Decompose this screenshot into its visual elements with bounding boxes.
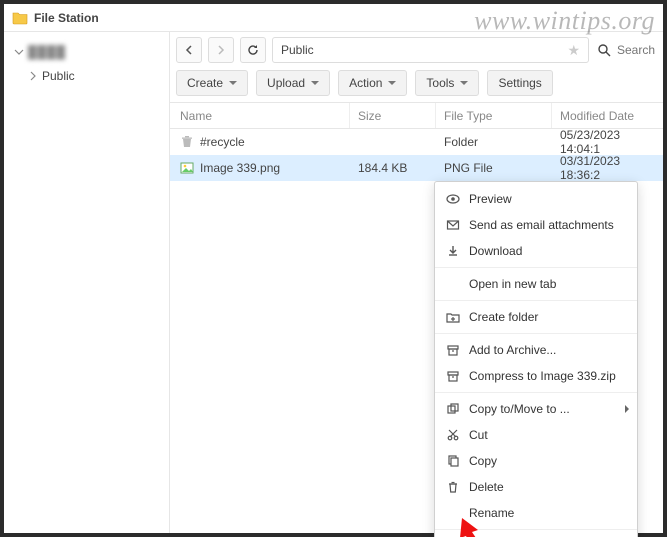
upload-button[interactable]: Upload bbox=[256, 70, 330, 96]
menu-item-label: Compress to Image 339.zip bbox=[469, 369, 627, 383]
window-title: File Station bbox=[34, 11, 99, 25]
back-button[interactable] bbox=[176, 37, 202, 63]
caret-down-icon bbox=[460, 81, 468, 85]
table-row[interactable]: #recycle Folder05/23/2023 14:04:1 bbox=[170, 129, 663, 155]
download-icon bbox=[445, 243, 461, 259]
action-button[interactable]: Action bbox=[338, 70, 407, 96]
caret-right-icon bbox=[28, 71, 38, 81]
menu-item-label: Create folder bbox=[469, 310, 627, 324]
action-toolbar: Create Upload Action Tools Settings bbox=[170, 68, 663, 103]
column-name[interactable]: Name bbox=[170, 103, 350, 128]
caret-down-icon bbox=[311, 81, 319, 85]
image-icon bbox=[180, 161, 194, 175]
file-name: Image 339.png bbox=[200, 161, 280, 175]
mail-icon bbox=[445, 217, 461, 233]
eye-icon bbox=[445, 191, 461, 207]
menu-item-delete[interactable]: Delete bbox=[435, 474, 637, 500]
create-button[interactable]: Create bbox=[176, 70, 248, 96]
menu-item-label: Rename bbox=[469, 506, 627, 520]
caret-down-icon bbox=[14, 47, 24, 57]
menu-item-download[interactable]: Download bbox=[435, 238, 637, 264]
star-icon[interactable]: ★ bbox=[567, 42, 580, 59]
menu-separator bbox=[435, 300, 637, 301]
sidebar-item-label: Public bbox=[42, 69, 75, 83]
archive-icon bbox=[445, 342, 461, 358]
window-body: ████ Public bbox=[4, 32, 663, 533]
sidebar: ████ Public bbox=[4, 32, 170, 533]
copy-icon bbox=[445, 453, 461, 469]
column-date[interactable]: Modified Date bbox=[552, 103, 663, 128]
menu-item-open-in-new-tab[interactable]: Open in new tab bbox=[435, 271, 637, 297]
file-date: 05/23/2023 14:04:1 bbox=[552, 129, 663, 155]
menu-item-label: Send as email attachments bbox=[469, 218, 627, 232]
menu-item-add-to-archive[interactable]: Add to Archive... bbox=[435, 337, 637, 363]
path-text: Public bbox=[281, 43, 314, 57]
menu-item-send-as-email-attachments[interactable]: Send as email attachments bbox=[435, 212, 637, 238]
file-size bbox=[350, 129, 436, 155]
search-wrap bbox=[595, 41, 657, 59]
menu-item-copy[interactable]: Copy bbox=[435, 448, 637, 474]
menu-item-cut[interactable]: Cut bbox=[435, 422, 637, 448]
nav-toolbar: Public ★ bbox=[170, 32, 663, 68]
settings-button[interactable]: Settings bbox=[487, 70, 552, 96]
menu-item-label: Preview bbox=[469, 192, 627, 206]
menu-item-copy-to-move-to[interactable]: Copy to/Move to ... bbox=[435, 396, 637, 422]
sidebar-root-label: ████ bbox=[28, 45, 66, 59]
caret-down-icon bbox=[388, 81, 396, 85]
menu-separator bbox=[435, 333, 637, 334]
copy-move-icon bbox=[445, 401, 461, 417]
delete-icon bbox=[445, 479, 461, 495]
cut-icon bbox=[445, 427, 461, 443]
search-icon[interactable] bbox=[595, 41, 613, 59]
forward-button[interactable] bbox=[208, 37, 234, 63]
menu-item-label: Cut bbox=[469, 428, 627, 442]
table-row[interactable]: Image 339.png 184.4 KBPNG File03/31/2023 … bbox=[170, 155, 663, 181]
file-type: Folder bbox=[436, 129, 552, 155]
menu-item-label: Copy to/Move to ... bbox=[469, 402, 627, 416]
blank-icon bbox=[445, 505, 461, 521]
table-header: Name Size File Type Modified Date bbox=[170, 103, 663, 129]
file-list: #recycleFolder05/23/2023 14:04:1Image 33… bbox=[170, 129, 663, 181]
menu-item-label: Open in new tab bbox=[469, 277, 627, 291]
main-panel: Public ★ Create Upload Action Tools Sett… bbox=[170, 32, 663, 533]
menu-item-label: Download bbox=[469, 244, 627, 258]
trash-icon bbox=[180, 135, 194, 149]
menu-item-preview[interactable]: Preview bbox=[435, 186, 637, 212]
reload-button[interactable] bbox=[240, 37, 266, 63]
menu-separator bbox=[435, 267, 637, 268]
menu-item-rename[interactable]: Rename bbox=[435, 500, 637, 526]
blank-icon bbox=[445, 276, 461, 292]
sidebar-item-public[interactable]: Public bbox=[4, 64, 169, 88]
column-size[interactable]: Size bbox=[350, 103, 436, 128]
chevron-right-icon bbox=[625, 405, 629, 413]
folder-icon bbox=[12, 10, 28, 26]
tools-button[interactable]: Tools bbox=[415, 70, 479, 96]
menu-item-label: Delete bbox=[469, 480, 627, 494]
archive-icon bbox=[445, 368, 461, 384]
column-type[interactable]: File Type bbox=[436, 103, 552, 128]
folder-plus-icon bbox=[445, 309, 461, 325]
menu-separator bbox=[435, 392, 637, 393]
menu-separator bbox=[435, 529, 637, 530]
sidebar-root-item[interactable]: ████ bbox=[4, 40, 169, 64]
menu-item-create-folder[interactable]: Create folder bbox=[435, 304, 637, 330]
context-menu: Preview Send as email attachments Download… bbox=[434, 181, 638, 537]
menu-item-label: Copy bbox=[469, 454, 627, 468]
file-name: #recycle bbox=[200, 135, 245, 149]
file-size: 184.4 KB bbox=[350, 155, 436, 181]
menu-item-create-desktop-shortcut[interactable]: Create desktop shortcut bbox=[435, 533, 637, 537]
titlebar: File Station bbox=[4, 4, 663, 32]
file-date: 03/31/2023 18:36:2 bbox=[552, 155, 663, 181]
menu-item-compress-to-image-339-zip[interactable]: Compress to Image 339.zip bbox=[435, 363, 637, 389]
app-window: www.wintips.org File Station ████ Public bbox=[0, 0, 667, 537]
caret-down-icon bbox=[229, 81, 237, 85]
menu-item-label: Add to Archive... bbox=[469, 343, 627, 357]
file-type: PNG File bbox=[436, 155, 552, 181]
path-bar[interactable]: Public ★ bbox=[272, 37, 589, 63]
search-input[interactable] bbox=[617, 43, 657, 57]
